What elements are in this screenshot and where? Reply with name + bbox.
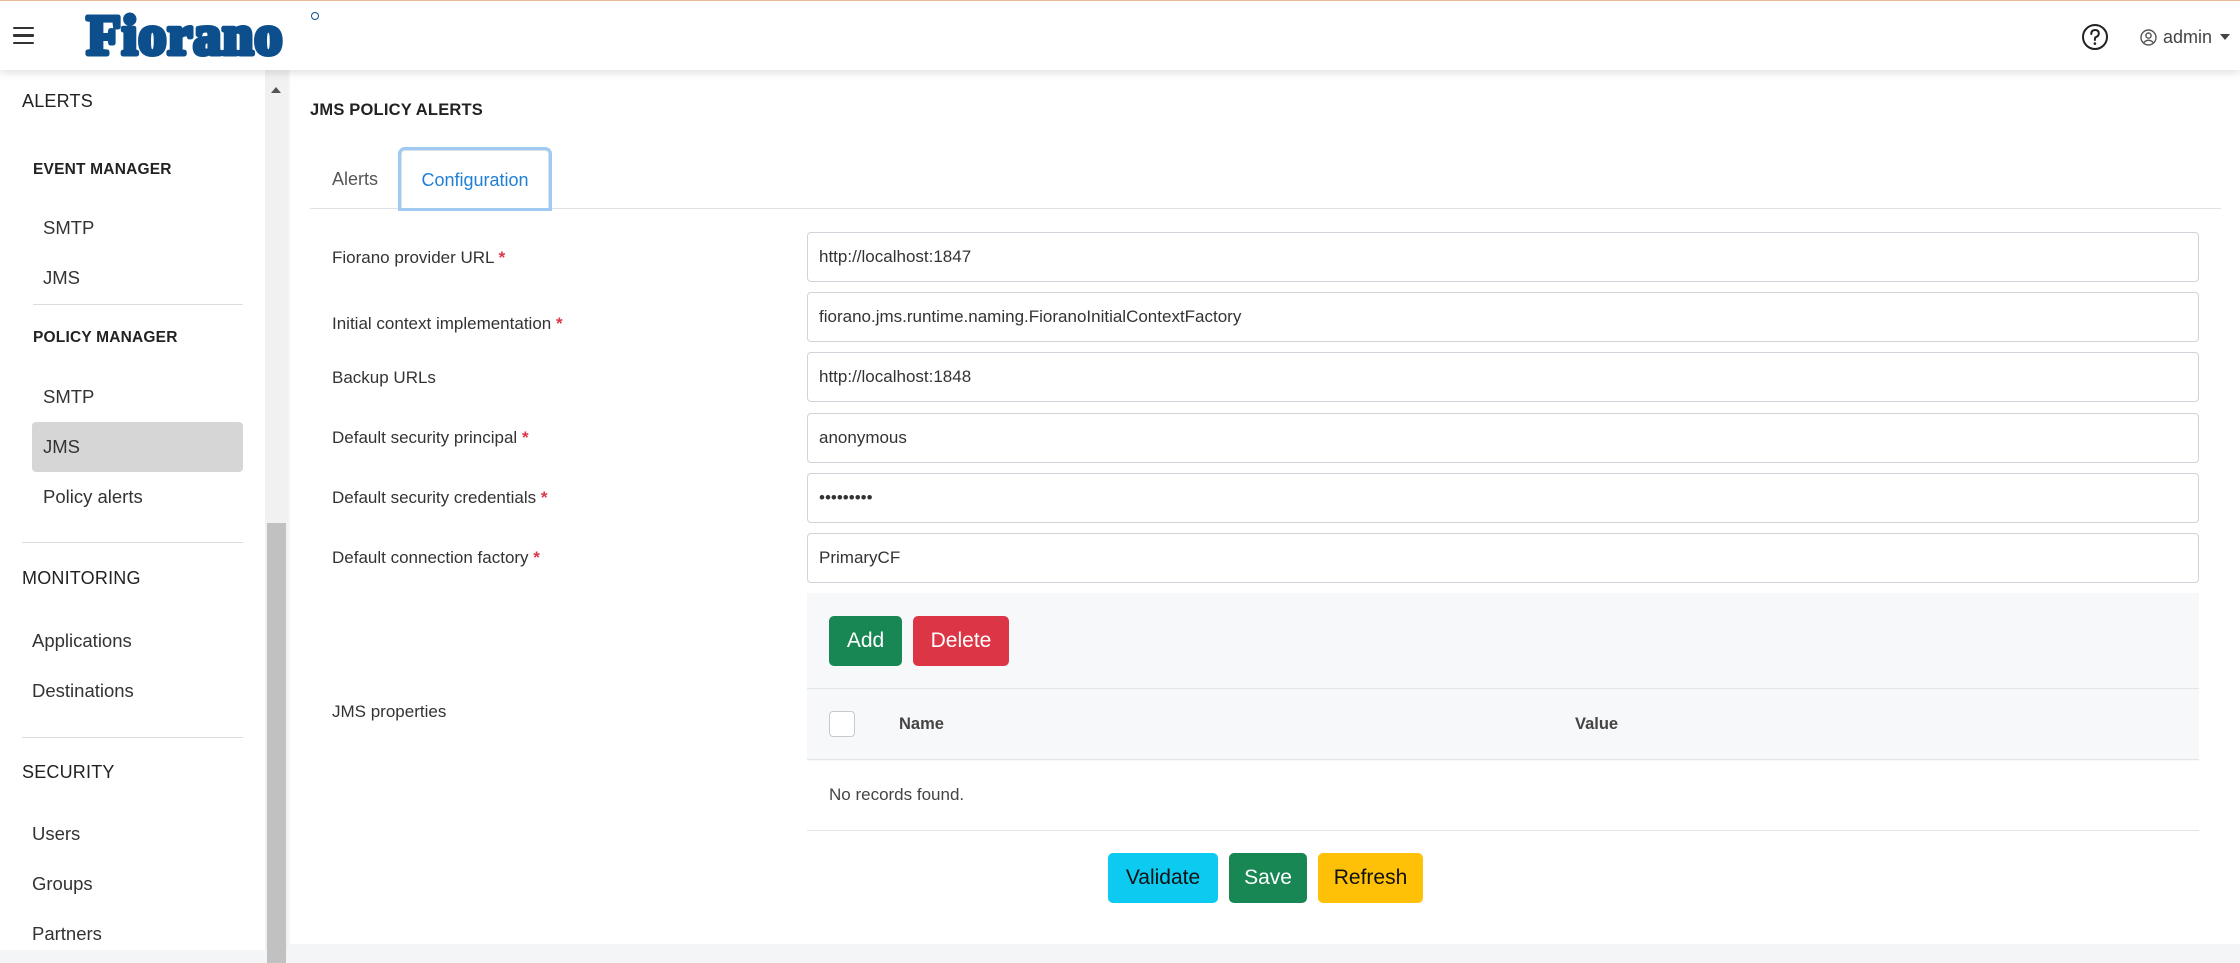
registered-mark (311, 12, 319, 20)
sidebar-item-event-smtp[interactable]: SMTP (32, 203, 243, 253)
required-mark: * (533, 548, 540, 567)
required-mark: * (540, 488, 548, 507)
user-menu[interactable]: admin (2140, 26, 2231, 48)
jms-properties-label: JMS properties (332, 702, 447, 721)
sidebar-item-groups[interactable]: Groups (22, 859, 233, 909)
sidebar-item-users[interactable]: Users (22, 809, 233, 859)
page-title: JMS POLICY ALERTS (310, 101, 484, 119)
delete-property-button[interactable]: Delete (913, 616, 1009, 666)
backup-urls-input[interactable] (807, 352, 2199, 402)
sidebar-heading-alerts[interactable]: ALERTS (22, 91, 93, 112)
scroll-up-arrow-icon[interactable] (271, 87, 281, 93)
select-all-checkbox[interactable] (829, 711, 855, 737)
tabs-underline (310, 208, 2221, 209)
column-header-name[interactable]: Name (899, 715, 944, 734)
connection-factory-label: Default connection factory * (332, 548, 540, 568)
provider-url-label-text: Fiorano provider URL (332, 248, 494, 267)
initial-context-label-text: Initial context implementation (332, 314, 552, 333)
sidebar-divider (22, 542, 243, 543)
security-principal-label: Default security principal * (332, 428, 529, 448)
security-credentials-label: Default security credentials * (332, 488, 547, 508)
sidebar-heading-event-manager[interactable]: EVENT MANAGER (33, 161, 172, 179)
sidebar-item-policy-alerts[interactable]: Policy alerts (32, 472, 243, 522)
sidebar-divider (33, 304, 243, 305)
connection-factory-input[interactable] (807, 533, 2199, 583)
sidebar-heading-monitoring[interactable]: MONITORING (22, 568, 141, 589)
security-principal-input[interactable] (807, 413, 2199, 463)
refresh-button[interactable]: Refresh (1318, 853, 1423, 903)
required-mark: * (555, 314, 563, 333)
backup-urls-label: Backup URLs (332, 368, 436, 388)
sidebar-item-event-jms[interactable]: JMS (32, 253, 243, 303)
sidebar-heading-security[interactable]: SECURITY (22, 762, 115, 783)
security-credentials-label-text: Default security credentials (332, 488, 537, 507)
connection-factory-label-text: Default connection factory (332, 548, 529, 567)
help-circle-icon[interactable] (2081, 23, 2109, 51)
required-mark: * (521, 428, 529, 447)
backup-urls-label-text: Backup URLs (332, 368, 436, 387)
user-name: admin (2163, 26, 2213, 47)
provider-url-input[interactable] (807, 232, 2199, 282)
column-header-value[interactable]: Value (1575, 715, 1618, 734)
top-bar: Fiorano Fiorano admin (0, 0, 2240, 70)
add-property-button[interactable]: Add (829, 616, 902, 666)
required-mark: * (498, 248, 506, 267)
jms-properties-body (807, 761, 2199, 831)
chevron-down-icon (2220, 34, 2231, 40)
save-button[interactable]: Save (1229, 853, 1307, 903)
validate-button[interactable]: Validate (1108, 853, 1218, 903)
toolbar-divider (807, 688, 2199, 689)
tab-alerts[interactable]: Alerts (332, 150, 378, 208)
sidebar-heading-policy-manager[interactable]: POLICY MANAGER (33, 329, 178, 347)
user-circle-icon (2140, 28, 2157, 46)
sidebar-item-policy-jms[interactable]: JMS (32, 422, 243, 472)
initial-context-input[interactable] (807, 292, 2199, 342)
sidebar: ALERTS EVENT MANAGER SMTP JMS POLICY MAN… (0, 70, 265, 950)
sidebar-item-applications[interactable]: Applications (22, 616, 233, 666)
header-divider (807, 759, 2199, 760)
empty-table-message: No records found. (829, 785, 965, 804)
tab-configuration[interactable]: Configuration (401, 150, 549, 208)
hamburger-menu-icon[interactable] (13, 27, 34, 45)
sidebar-divider (22, 737, 243, 738)
sidebar-scrollbar[interactable] (265, 70, 288, 963)
sidebar-item-partners[interactable]: Partners (22, 909, 233, 950)
security-credentials-input[interactable] (807, 473, 2199, 523)
sidebar-item-destinations[interactable]: Destinations (22, 666, 233, 716)
provider-url-label: Fiorano provider URL * (332, 248, 505, 268)
fiorano-logo[interactable]: Fiorano Fiorano (48, 7, 322, 63)
security-principal-label-text: Default security principal (332, 428, 518, 447)
initial-context-label: Initial context implementation * (332, 314, 563, 334)
sidebar-item-policy-smtp[interactable]: SMTP (32, 372, 243, 422)
scrollbar-thumb[interactable] (267, 523, 286, 963)
logo-text: Fiorano (87, 7, 284, 63)
